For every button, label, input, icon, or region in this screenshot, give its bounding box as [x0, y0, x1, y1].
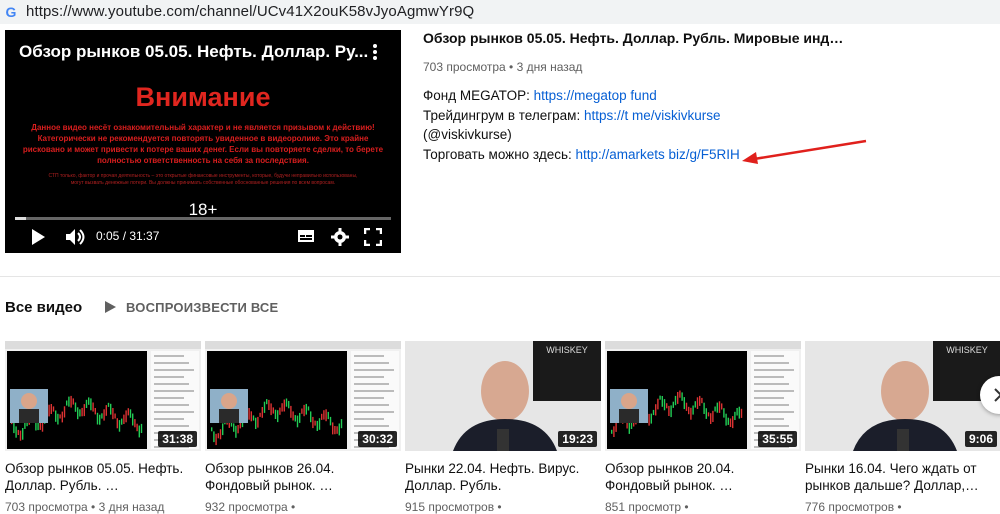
video-title[interactable]: Обзор рынков 20.04. Фондовый рынок. …: [605, 460, 801, 494]
video-views: 915 просмотров: [405, 500, 495, 514]
video-views: 776 просмотров: [805, 500, 895, 514]
disclaimer-small-text: СТП только, фактор и прочая деятельность…: [48, 173, 358, 186]
play-all-button[interactable]: ВОСПРОИЗВЕСТИ ВСЕ: [104, 300, 278, 315]
video-meta: 932 просмотра •: [205, 500, 401, 514]
url-text[interactable]: https://www.youtube.com/channel/UCv41X2o…: [26, 3, 474, 20]
warning-heading: Внимание: [135, 82, 271, 112]
chevron-right-icon: [994, 388, 1000, 402]
more-options-icon[interactable]: [373, 44, 377, 60]
video-player[interactable]: Обзор рынков 05.05. Нефть. Доллар. Ру...…: [5, 30, 401, 253]
video-card[interactable]: 30:32 Обзор рынков 26.04. Фондовый рынок.…: [205, 341, 401, 514]
video-thumbnail[interactable]: WHISKEY 9:06: [805, 341, 1000, 451]
play-icon: [105, 301, 116, 313]
video-card[interactable]: WHISKEY 9:06 Рынки 16.04. Чего ждать от ры…: [805, 341, 1000, 514]
svg-text:WHISKEY: WHISKEY: [946, 345, 988, 355]
video-views: 851 просмотр: [605, 500, 682, 514]
video-thumbnail[interactable]: WHISKEY 19:23: [405, 341, 601, 451]
featured-video-meta: 703 просмотра • 3 дня назад: [423, 60, 583, 74]
desc-line: (@viskivkurse): [423, 127, 512, 142]
video-meta: 776 просмотров •: [805, 500, 1000, 514]
video-thumbnail[interactable]: 31:38: [5, 341, 201, 451]
settings-gear-icon[interactable]: [331, 228, 349, 246]
video-thumbnail[interactable]: 30:32: [205, 341, 401, 451]
fullscreen-icon[interactable]: [364, 228, 382, 246]
progress-bar[interactable]: [15, 217, 391, 220]
progress-fill: [15, 217, 27, 220]
desc-label: Трейдингрум в телеграм:: [423, 107, 584, 123]
meta-separator: •: [87, 500, 99, 514]
google-icon: G: [5, 4, 17, 20]
video-thumbnail[interactable]: 35:55: [605, 341, 801, 451]
video-card[interactable]: 31:38 Обзор рынков 05.05. Нефть. Доллар. …: [5, 341, 201, 514]
telegram-link[interactable]: https://t me/viskivkurse: [584, 108, 721, 123]
duration-badge: 35:55: [758, 431, 797, 447]
amarkets-link[interactable]: http://amarkets biz/g/F5RIH: [576, 147, 740, 162]
video-age: 3 дня назад: [98, 500, 165, 514]
video-meta: 703 просмотра • 3 дня назад: [5, 500, 201, 514]
address-bar[interactable]: G https://www.youtube.com/channel/UCv41X…: [0, 0, 1000, 24]
annotation-arrow: [742, 139, 867, 164]
meta-separator: •: [287, 500, 296, 514]
meta-separator: •: [894, 500, 902, 514]
section-title: Все видео: [5, 299, 83, 316]
video-views: 932 просмотра: [205, 500, 288, 514]
video-card[interactable]: WHISKEY 19:23 Рынки 22.04. Нефть. Вирус. Д…: [405, 341, 601, 514]
warning-text: Данное видео несёт ознакомительный харак…: [22, 123, 384, 165]
video-title[interactable]: Рынки 16.04. Чего ждать от рынков дальше…: [805, 460, 1000, 494]
meta-separator: •: [681, 500, 689, 514]
duration-badge: 31:38: [158, 431, 197, 447]
video-title[interactable]: Обзор рынков 26.04. Фондовый рынок. …: [205, 460, 401, 494]
player-controls: 0:05 / 31:37: [5, 226, 401, 248]
megatop-link[interactable]: https://megatop fund: [534, 88, 657, 103]
desc-label: Фонд MEGATOP:: [423, 88, 534, 103]
video-meta: 851 просмотр •: [605, 500, 801, 514]
duration-badge: 9:06: [964, 431, 997, 447]
duration-badge: 19:23: [558, 431, 597, 447]
featured-video-title[interactable]: Обзор рынков 05.05. Нефть. Доллар. Рубль…: [423, 30, 983, 46]
subtitles-icon[interactable]: [297, 228, 315, 244]
play-all-label: ВОСПРОИЗВЕСТИ ВСЕ: [126, 300, 279, 315]
video-title[interactable]: Рынки 22.04. Нефть. Вирус. Доллар. Рубль…: [405, 460, 601, 494]
desc-label: Торговать можно здесь:: [423, 146, 576, 162]
section-divider: [0, 276, 1000, 277]
video-description: Фонд MEGATOP: https://megatop fund Трейд…: [423, 86, 983, 164]
video-card[interactable]: 35:55 Обзор рынков 20.04. Фондовый рынок.…: [605, 341, 801, 514]
svg-text:WHISKEY: WHISKEY: [546, 345, 588, 355]
video-title[interactable]: Обзор рынков 05.05. Нефть. Доллар. Рубль…: [5, 460, 201, 494]
play-icon[interactable]: [30, 228, 46, 246]
duration-badge: 30:32: [358, 431, 397, 447]
meta-separator: •: [494, 500, 502, 514]
video-views: 703 просмотра: [5, 500, 88, 514]
upload-age: 3 дня назад: [516, 60, 583, 74]
time-display: 0:05 / 31:37: [96, 229, 160, 243]
featured-video-info: Обзор рынков 05.05. Нефть. Доллар. Рубль…: [423, 30, 983, 164]
player-title[interactable]: Обзор рынков 05.05. Нефть. Доллар. Ру...: [19, 42, 368, 62]
volume-icon[interactable]: [65, 228, 87, 246]
video-meta: 915 просмотров •: [405, 500, 601, 514]
views-count: 703 просмотра: [423, 60, 506, 74]
